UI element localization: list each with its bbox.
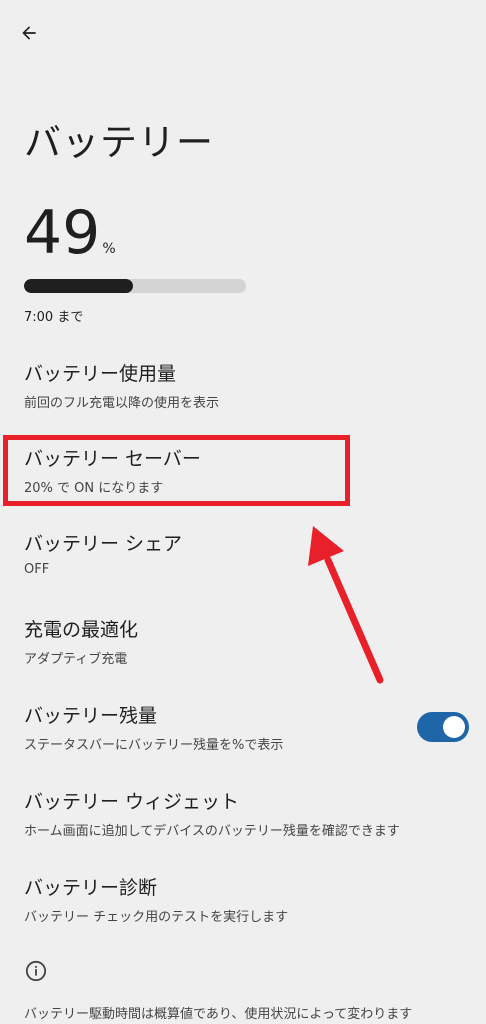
battery-widget-item[interactable]: バッテリー ウィジェット ホーム画面に追加してデバイスのバッテリー残量を確認でき…	[24, 790, 400, 839]
charging-optimization-subtitle: アダプティブ充電	[24, 652, 128, 667]
battery-estimate-note: バッテリー駆動時間は概算値であり、使用状況によって変わります	[24, 1007, 413, 1022]
battery-usage-subtitle: 前回のフル充電以降の使用を表示	[24, 396, 220, 411]
battery-until-time: 7:00 まで	[24, 310, 84, 325]
battery-level-bar	[24, 279, 246, 293]
battery-usage-item[interactable]: バッテリー使用量 前回のフル充電以降の使用を表示	[24, 362, 219, 411]
battery-percentage-title: バッテリー残量	[24, 705, 158, 727]
info-icon	[25, 960, 47, 982]
battery-percentage-toggle[interactable]	[417, 712, 469, 742]
battery-diagnostics-title: バッテリー診断	[24, 877, 158, 899]
back-button[interactable]	[14, 18, 44, 48]
battery-share-subtitle: OFF	[24, 562, 50, 577]
battery-share-item[interactable]: バッテリー シェア OFF	[24, 532, 182, 577]
battery-diagnostics-item[interactable]: バッテリー診断 バッテリー チェック用のテストを実行します	[24, 876, 288, 925]
battery-level-bar-fill	[24, 279, 133, 293]
highlight-box	[3, 435, 350, 506]
battery-widget-subtitle: ホーム画面に追加してデバイスのバッテリー残量を確認できます	[24, 824, 400, 839]
charging-optimization-item[interactable]: 充電の最適化 アダプティブ充電	[24, 618, 138, 667]
battery-percent: 49	[24, 198, 101, 268]
charging-optimization-title: 充電の最適化	[24, 619, 139, 641]
toggle-knob	[443, 716, 465, 738]
battery-diagnostics-subtitle: バッテリー チェック用のテストを実行します	[24, 910, 289, 925]
battery-widget-title: バッテリー ウィジェット	[24, 791, 240, 813]
percent-unit: %	[102, 241, 116, 257]
battery-share-title: バッテリー シェア	[24, 533, 183, 555]
arrow-left-icon	[22, 26, 36, 40]
battery-percentage-subtitle: ステータスバーにバッテリー残量を%で表示	[24, 738, 284, 753]
battery-level: 49%	[24, 198, 116, 268]
battery-usage-title: バッテリー使用量	[24, 363, 177, 385]
battery-percentage-item[interactable]: バッテリー残量 ステータスバーにバッテリー残量を%で表示	[24, 704, 283, 753]
page-title: バッテリー	[24, 121, 214, 164]
